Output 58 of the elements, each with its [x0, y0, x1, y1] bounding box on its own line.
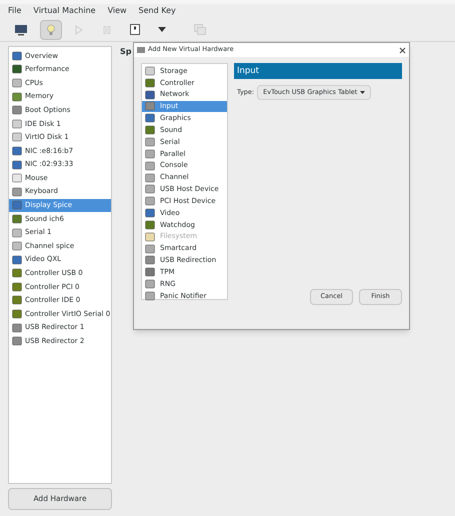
- device-icon: [12, 336, 22, 346]
- device-icon: [12, 268, 22, 278]
- device-icon: [12, 200, 22, 210]
- device-icon: [12, 92, 22, 102]
- device-icon: [12, 50, 22, 61]
- device-icon: [12, 64, 22, 74]
- device-icon: [12, 173, 22, 184]
- device-icon: [145, 196, 155, 206]
- device-icon: [12, 214, 22, 224]
- device-icon: [145, 125, 155, 136]
- device-icon: [145, 208, 155, 218]
- caret-icon: [360, 91, 366, 94]
- power-icon: [130, 24, 140, 35]
- menu-item[interactable]: Send Key: [138, 5, 176, 17]
- device-icon: [145, 136, 155, 147]
- device-icon: [145, 279, 155, 290]
- device-icon: [12, 78, 22, 88]
- window-icon: [137, 47, 145, 53]
- pause-icon: [102, 24, 112, 34]
- device-icon: [12, 254, 22, 265]
- device-icon: [12, 105, 22, 116]
- device-icon: [145, 66, 155, 76]
- device-icon: [12, 228, 22, 238]
- device-icon: [12, 322, 22, 333]
- device-icon: [145, 184, 155, 194]
- device-icon: [12, 241, 22, 252]
- device-icon: [145, 113, 155, 124]
- device-icon: [145, 255, 155, 266]
- device-icon: [145, 78, 155, 88]
- device-icon: [145, 220, 155, 230]
- caret-icon: [158, 27, 166, 32]
- device-icon: [145, 172, 155, 183]
- device-icon: [145, 232, 155, 242]
- panel-header: Input: [234, 63, 402, 79]
- menu-item[interactable]: File: [8, 5, 22, 17]
- device-icon: [145, 290, 155, 301]
- device-icon: [145, 267, 155, 278]
- device-icon: [12, 186, 22, 197]
- device-icon: [12, 309, 22, 320]
- device-icon: [12, 146, 22, 156]
- device-icon: [145, 90, 155, 100]
- device-icon: [12, 118, 22, 129]
- device-icon: [145, 148, 155, 159]
- device-icon: [145, 160, 155, 171]
- device-icon: [12, 295, 22, 306]
- play-icon: [74, 24, 84, 34]
- device-icon: [145, 244, 155, 254]
- snapshot-icon: [194, 24, 206, 35]
- device-icon: [145, 101, 155, 112]
- close-icon[interactable]: [399, 46, 406, 54]
- monitor-icon: [14, 24, 28, 36]
- device-icon: [12, 160, 22, 170]
- menu-item[interactable]: View: [108, 5, 127, 17]
- device-icon: [12, 282, 22, 292]
- section-heading: Sp: [120, 46, 132, 58]
- menu-item[interactable]: Virtual Machine: [33, 5, 96, 17]
- lightbulb-icon: [46, 24, 56, 36]
- device-icon: [12, 132, 22, 142]
